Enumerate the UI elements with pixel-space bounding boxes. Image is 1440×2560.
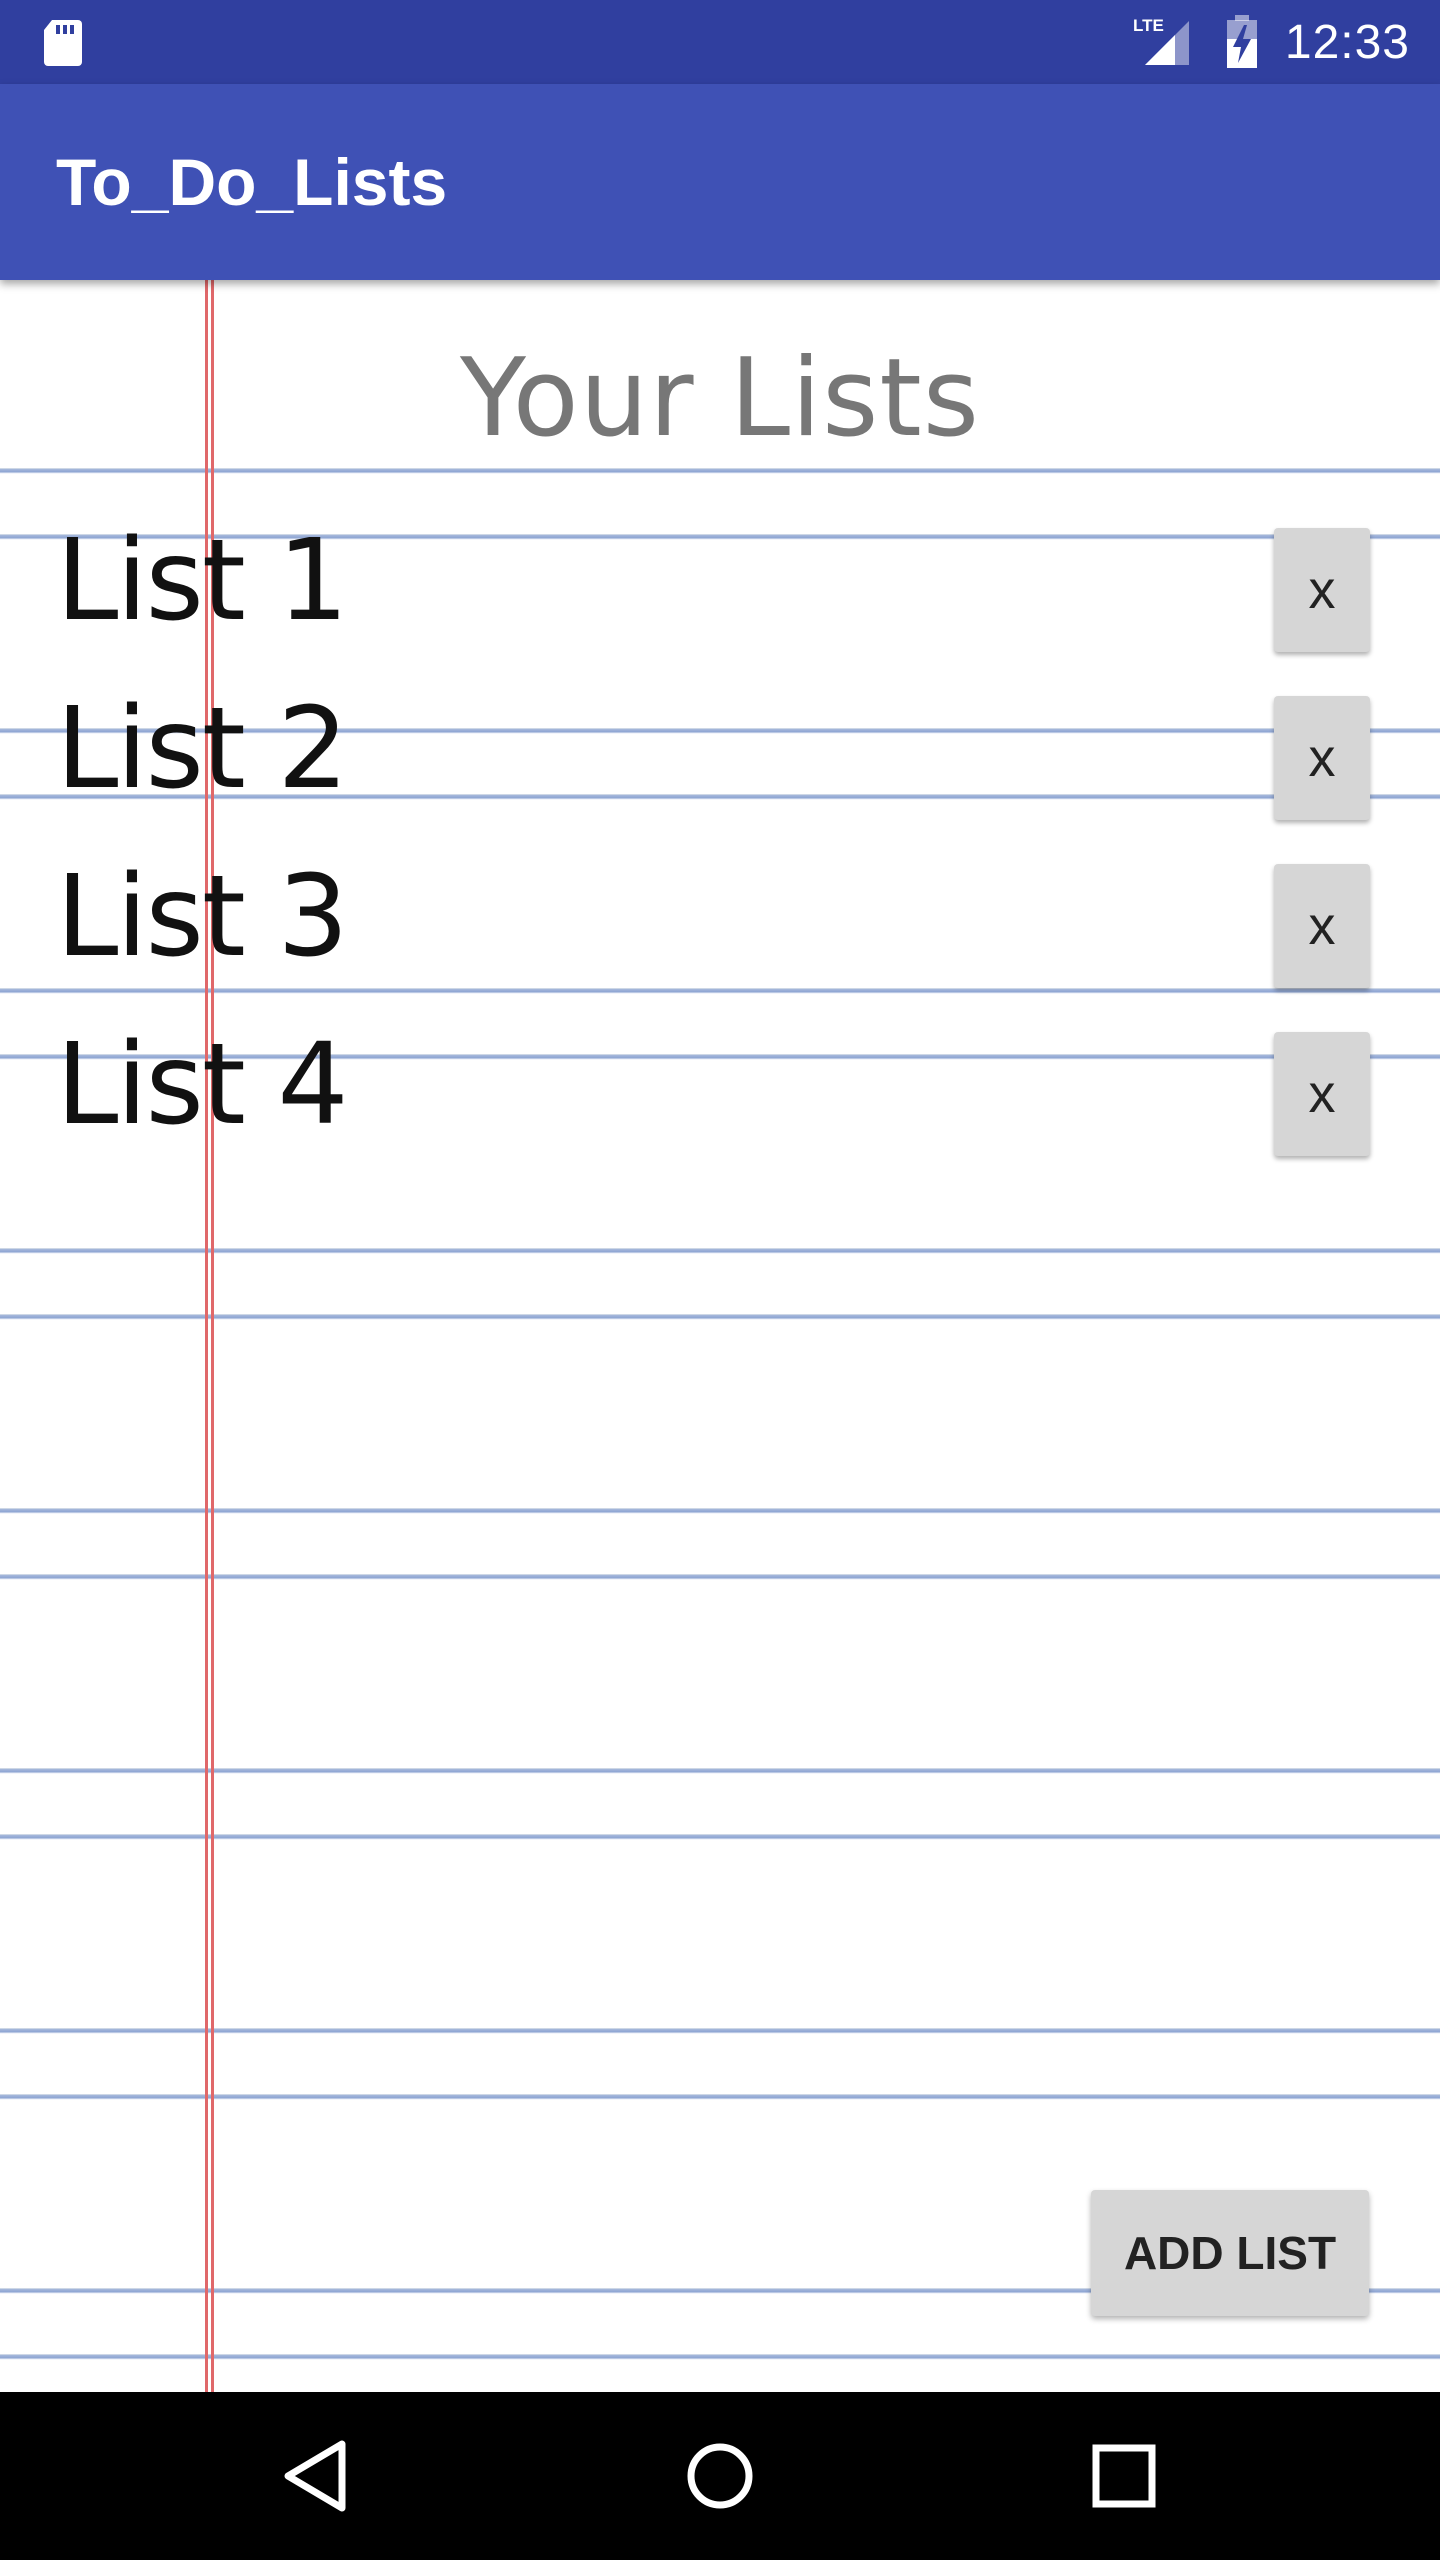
recents-icon[interactable] — [1074, 2426, 1174, 2526]
list-name[interactable]: List 1 — [56, 516, 349, 646]
delete-list-button[interactable]: x — [1274, 528, 1370, 652]
list-name[interactable]: List 4 — [56, 1020, 349, 1150]
lte-label: LTE — [1133, 16, 1164, 35]
app-title: To_Do_Lists — [56, 145, 448, 219]
delete-list-button[interactable]: x — [1274, 864, 1370, 988]
lined-paper-background: Your Lists List 1 x List 2 x List 3 x Li… — [0, 280, 1440, 2392]
screen: LTE 12:33 To_Do_Lists Your Lists List 1 … — [0, 0, 1440, 2560]
add-list-button[interactable]: ADD LIST — [1091, 2190, 1369, 2316]
delete-list-button[interactable]: x — [1274, 696, 1370, 820]
status-time: 12:33 — [1284, 15, 1410, 69]
home-icon[interactable] — [670, 2426, 770, 2526]
list-item[interactable]: List 4 x — [0, 1012, 1440, 1180]
list-item[interactable]: List 3 x — [0, 844, 1440, 1012]
list-item[interactable]: List 1 x — [0, 508, 1440, 676]
back-icon[interactable] — [266, 2426, 366, 2526]
lte-signal-icon: LTE — [1133, 16, 1189, 65]
delete-list-button[interactable]: x — [1274, 1032, 1370, 1156]
status-bar: LTE 12:33 — [0, 0, 1440, 84]
app-bar: To_Do_Lists — [0, 84, 1440, 280]
list-item[interactable]: List 2 x — [0, 676, 1440, 844]
sd-card-icon — [44, 20, 82, 66]
battery-charging-icon — [1226, 15, 1257, 68]
status-icons: LTE 12:33 — [1133, 0, 1410, 84]
navigation-bar — [0, 2392, 1440, 2560]
list-name[interactable]: List 2 — [56, 684, 349, 814]
list-name[interactable]: List 3 — [56, 852, 349, 982]
page-heading: Your Lists — [460, 336, 980, 461]
